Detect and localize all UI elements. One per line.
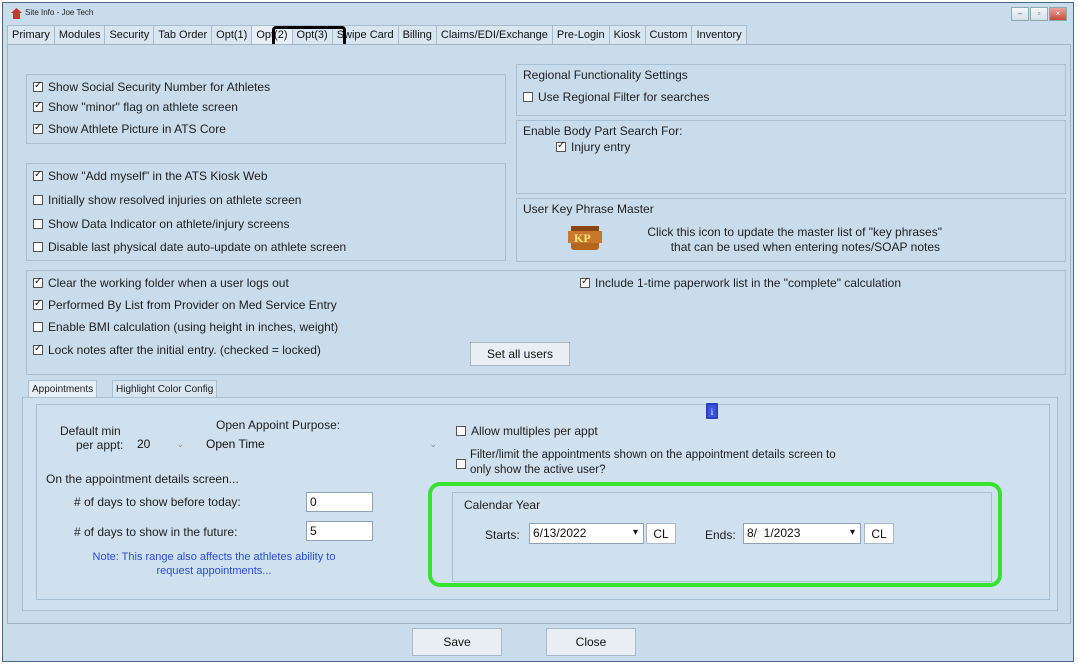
range-note-1: Note: This range also affects the athlet…: [92, 551, 336, 563]
show-resolved-injuries-checkbox[interactable]: Initially show resolved injuries on athl…: [33, 193, 301, 207]
checkbox-label: Disable last physical date auto-update o…: [48, 240, 347, 254]
checkbox-label: Lock notes after the initial entry. (che…: [48, 343, 321, 357]
help-book-icon[interactable]: i: [706, 403, 718, 419]
checkbox-label: Clear the working folder when a user log…: [48, 276, 289, 290]
checkbox-box[interactable]: [33, 219, 43, 229]
default-min-select[interactable]: 20 ⌄: [133, 434, 189, 452]
key-phrase-title: User Key Phrase Master: [523, 202, 654, 216]
checkbox-box[interactable]: [33, 322, 43, 332]
checkbox-label: Allow multiples per appt: [471, 424, 598, 438]
purpose-value: Open Time: [206, 437, 265, 451]
checkbox-box[interactable]: [33, 80, 43, 92]
main-tabs: Primary Modules Security Tab Order Opt(1) Opt…: [7, 25, 747, 45]
days-future-label: # of days to show in the future:: [74, 525, 238, 539]
checkbox-label: Injury entry: [571, 140, 631, 154]
checkbox-label: Show "Add myself" in the ATS Kiosk Web: [48, 169, 268, 183]
default-min-label-2: per appt:: [76, 438, 124, 452]
key-phrase-desc-1: Click this icon to update the master lis…: [647, 225, 942, 239]
tab-modules[interactable]: Modules: [53, 25, 106, 44]
tab-inventory[interactable]: Inventory: [691, 25, 747, 44]
tab-claims[interactable]: Claims/EDI/Exchange: [435, 25, 553, 44]
filter-label-1: Filter/limit the appointments shown on t…: [470, 449, 836, 461]
close-window-button[interactable]: ×: [1049, 7, 1067, 21]
tab-security[interactable]: Security: [104, 25, 155, 44]
set-all-users-button[interactable]: Set all users: [470, 342, 570, 366]
checkbox-box[interactable]: [556, 140, 566, 152]
key-phrase-icon[interactable]: KP: [568, 222, 602, 254]
tab-kiosk[interactable]: Kiosk: [608, 25, 646, 44]
checkbox-label: Show Social Security Number for Athletes: [48, 80, 271, 94]
title-bar: Site Info - Joe Tech – ▫ ×: [3, 3, 1073, 25]
disable-physical-autoupdate-checkbox[interactable]: Disable last physical date auto-update o…: [33, 240, 346, 254]
tab-primary[interactable]: Primary: [7, 25, 55, 44]
allow-multiples-checkbox[interactable]: Allow multiples per appt: [456, 424, 598, 438]
tab-pre-login[interactable]: Pre-Login: [551, 25, 610, 44]
checkbox-box[interactable]: [33, 169, 43, 181]
enable-bmi-checkbox[interactable]: Enable BMI calculation (using height in …: [33, 320, 338, 334]
checkbox-box[interactable]: [33, 298, 43, 310]
tab-appointments[interactable]: Appointments: [28, 380, 98, 398]
calendar-highlight-box: [428, 482, 1002, 587]
chevron-down-icon: ⌄: [176, 439, 184, 449]
clear-working-folder-checkbox[interactable]: Clear the working folder when a user log…: [33, 276, 289, 290]
default-min-label-1: Default min: [60, 424, 121, 438]
body-part-title: Enable Body Part Search For:: [523, 124, 683, 138]
filter-label-2: only show the active user?: [470, 464, 606, 476]
tab-opt1[interactable]: Opt(1): [211, 25, 253, 44]
checkbox-box[interactable]: [33, 276, 43, 288]
performed-by-list-checkbox[interactable]: Performed By List from Provider on Med S…: [33, 298, 337, 312]
details-label: On the appointment details screen...: [46, 472, 239, 486]
checkbox-label: Performed By List from Provider on Med S…: [48, 298, 337, 312]
default-min-value: 20: [137, 437, 151, 451]
checkbox-box[interactable]: [33, 195, 43, 205]
regional-filter-checkbox[interactable]: Use Regional Filter for searches: [523, 90, 709, 104]
window-title: Site Info - Joe Tech: [25, 8, 94, 17]
injury-entry-checkbox[interactable]: Injury entry: [556, 140, 630, 154]
checkbox-box[interactable]: [33, 343, 43, 355]
purpose-label: Open Appoint Purpose:: [216, 418, 341, 432]
checkbox-box[interactable]: [456, 426, 466, 436]
tab-billing[interactable]: Billing: [397, 25, 437, 44]
checkbox-box[interactable]: [523, 92, 533, 102]
key-phrase-icon-text: KP: [574, 231, 591, 245]
key-phrase-desc-2: that can be used when entering notes/SOA…: [670, 240, 940, 254]
show-athlete-picture-checkbox[interactable]: Show Athlete Picture in ATS Core: [33, 122, 226, 136]
checkbox-box[interactable]: [580, 276, 590, 288]
app-icon: [11, 8, 22, 19]
purpose-select[interactable]: Open Time ⌄: [202, 434, 442, 452]
checkbox-label: Include 1-time paperwork list in the "co…: [595, 276, 901, 290]
show-data-indicator-checkbox[interactable]: Show Data Indicator on athlete/injury sc…: [33, 217, 289, 231]
checkbox-label: Show Data Indicator on athlete/injury sc…: [48, 217, 290, 231]
checkbox-box[interactable]: [33, 242, 43, 252]
save-button[interactable]: Save: [412, 628, 502, 656]
checkbox-label: Initially show resolved injuries on athl…: [48, 193, 302, 207]
show-minor-flag-checkbox[interactable]: Show "minor" flag on athlete screen: [33, 100, 238, 114]
chevron-down-icon: ⌄: [429, 439, 437, 449]
checkbox-box[interactable]: [33, 100, 43, 112]
days-before-label: # of days to show before today:: [74, 495, 241, 509]
tab-highlight-color-config[interactable]: Highlight Color Config: [112, 380, 218, 398]
paperwork-checkbox[interactable]: Include 1-time paperwork list in the "co…: [580, 276, 901, 290]
lock-notes-checkbox[interactable]: Lock notes after the initial entry. (che…: [33, 343, 321, 357]
tab-custom[interactable]: Custom: [644, 25, 693, 44]
range-note-2: request appointments...: [156, 565, 272, 577]
filter-active-user-checkbox[interactable]: [456, 459, 466, 469]
show-ssn-checkbox[interactable]: Show Social Security Number for Athletes: [33, 80, 270, 94]
checkbox-label: Enable BMI calculation (using height in …: [48, 320, 339, 334]
checkbox-label: Show Athlete Picture in ATS Core: [48, 122, 226, 136]
checkbox-box[interactable]: [33, 122, 43, 134]
regional-title: Regional Functionality Settings: [523, 68, 688, 82]
minimize-button[interactable]: –: [1011, 7, 1029, 21]
tab-tab-order[interactable]: Tab Order: [153, 25, 213, 44]
show-add-myself-checkbox[interactable]: Show "Add myself" in the ATS Kiosk Web: [33, 169, 268, 183]
checkbox-label: Show "minor" flag on athlete screen: [48, 100, 238, 114]
days-future-input[interactable]: 5: [306, 521, 373, 541]
maximize-button[interactable]: ▫: [1030, 7, 1048, 21]
days-before-input[interactable]: 0: [306, 492, 373, 512]
checkbox-label: Use Regional Filter for searches: [538, 90, 710, 104]
close-button[interactable]: Close: [546, 628, 636, 656]
